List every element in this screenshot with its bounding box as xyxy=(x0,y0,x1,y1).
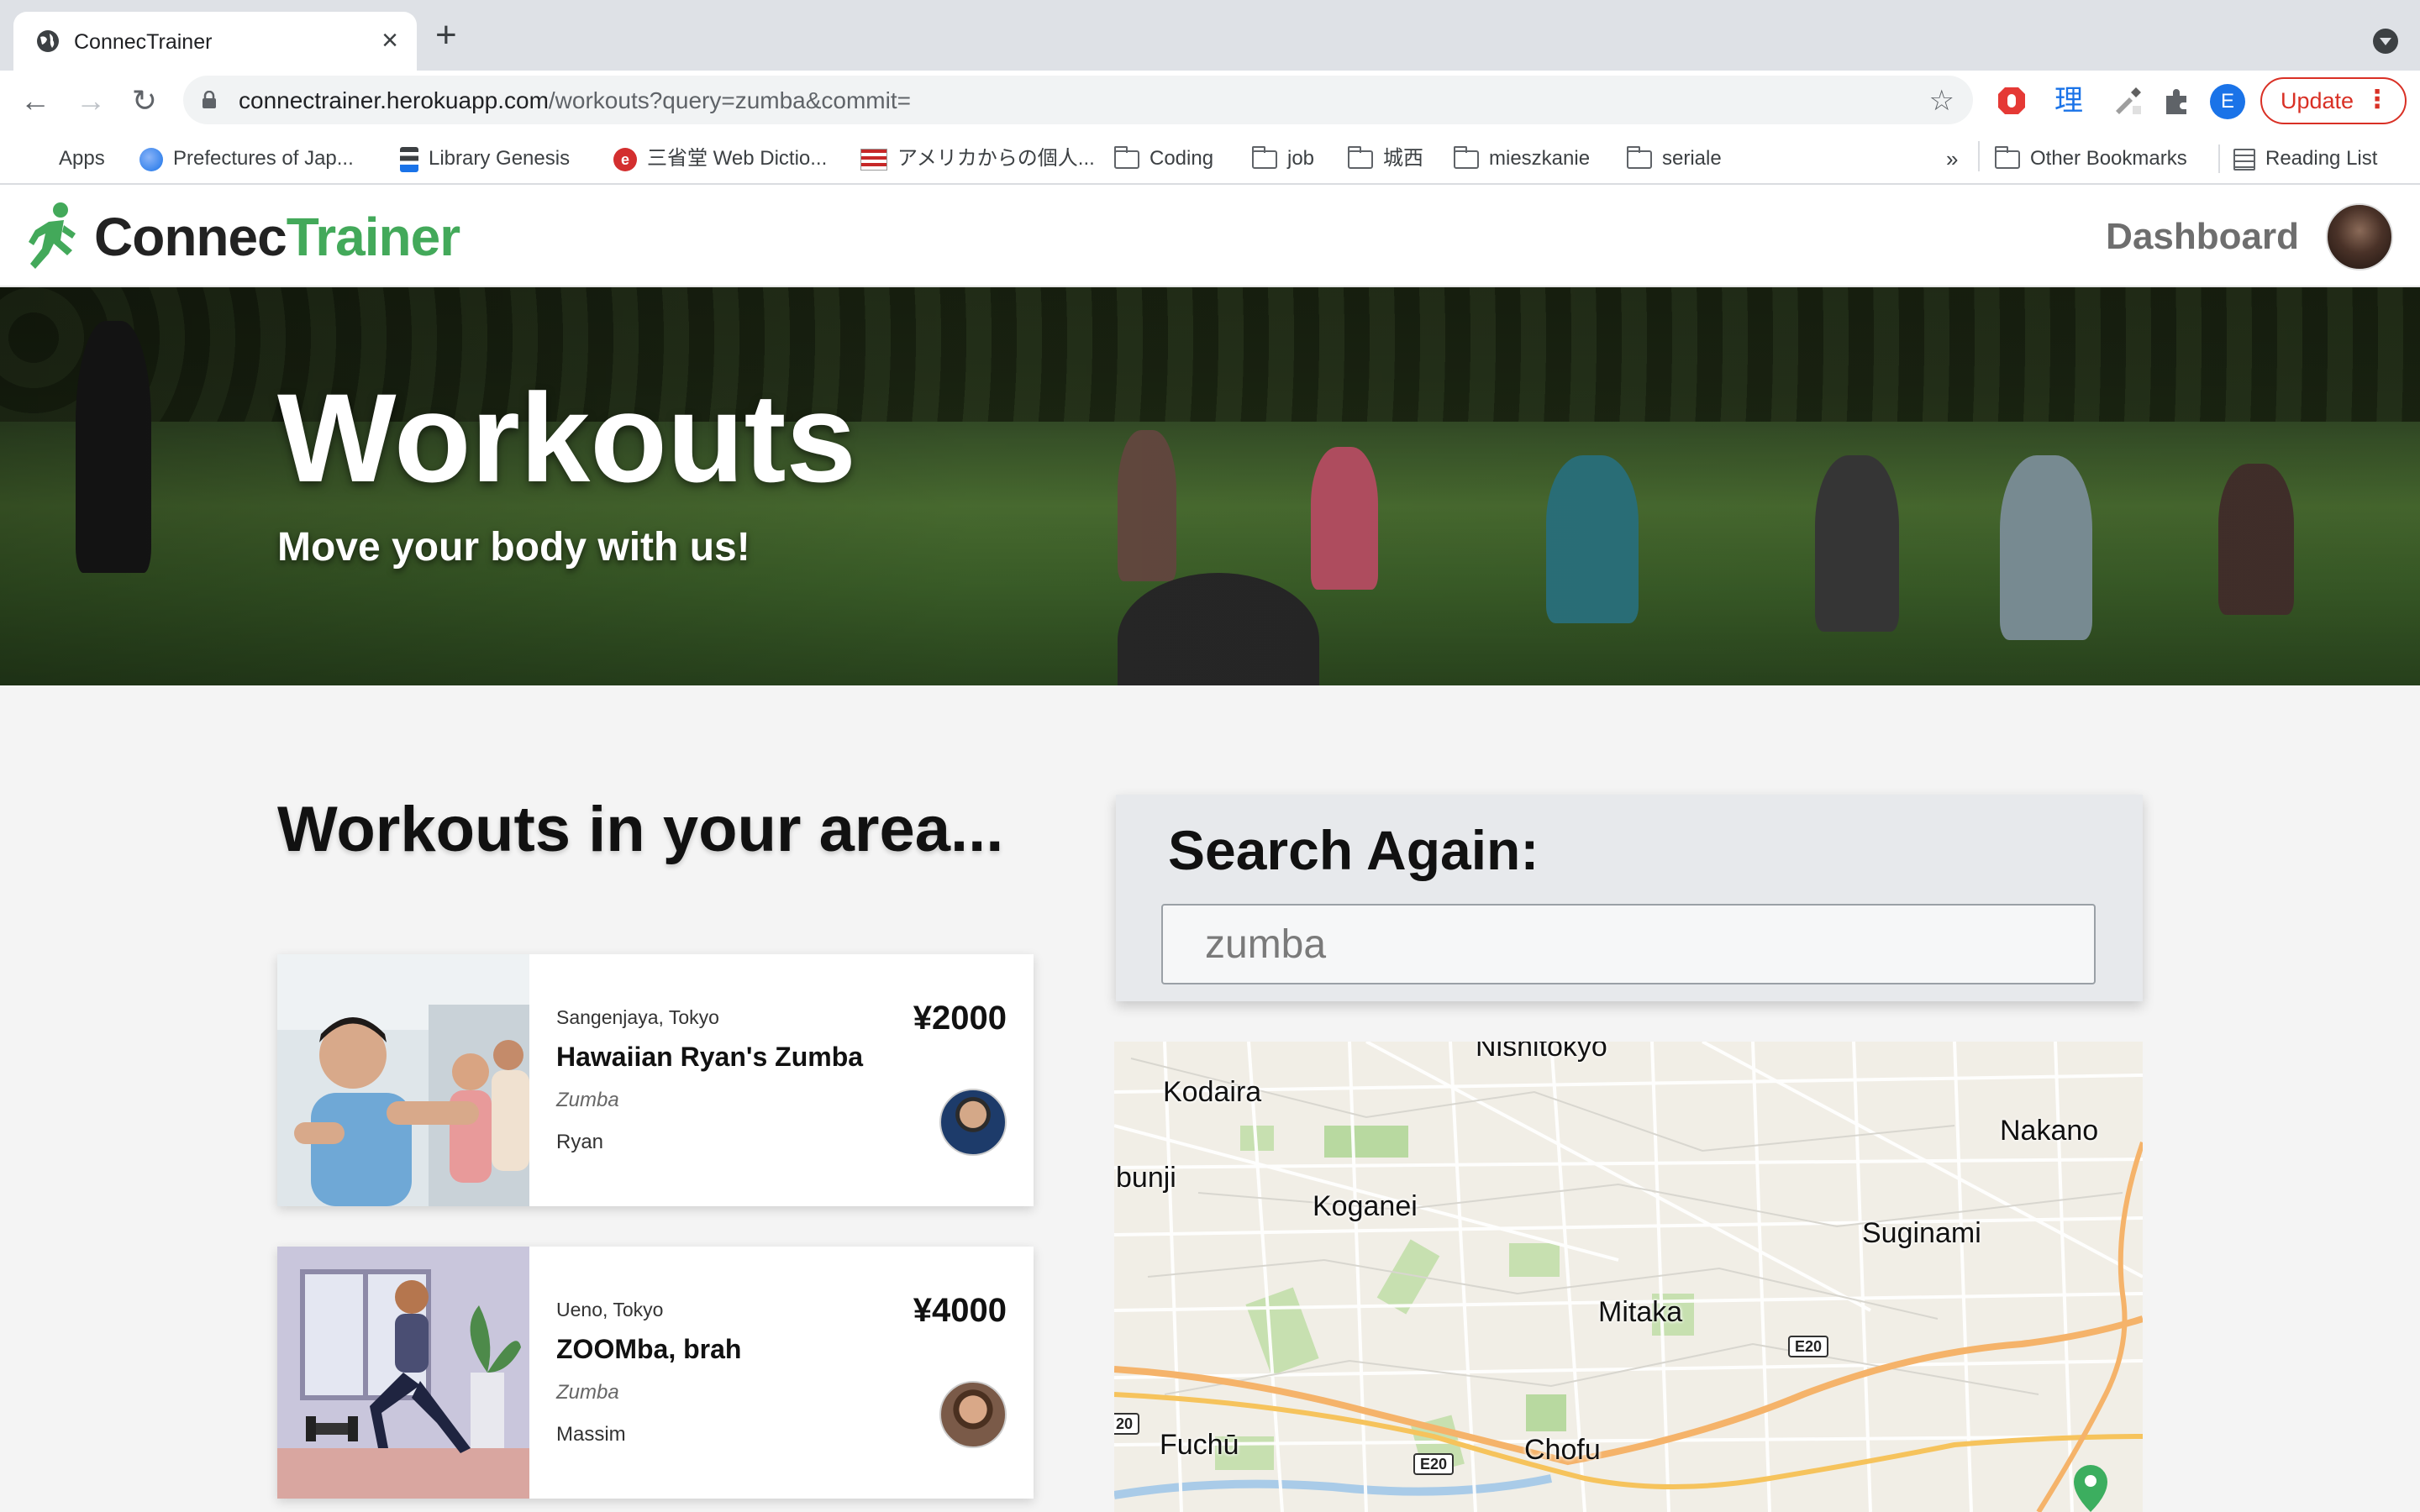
profile-avatar[interactable]: E xyxy=(2210,84,2245,119)
adblock-extension-icon[interactable] xyxy=(1995,84,2028,118)
workout-map[interactable]: Nishitokyo Kodaira Nakano bunji Koganei … xyxy=(1114,1042,2143,1512)
folder-icon xyxy=(1348,145,1373,169)
globe-icon xyxy=(37,30,59,52)
hero-subtitle: Move your body with us! xyxy=(277,525,750,570)
road-shield: E20 xyxy=(1413,1453,1455,1475)
site-navbar: ConnecTrainer Dashboard xyxy=(0,186,2420,287)
apps-grid-icon xyxy=(25,148,49,171)
workout-trainer: Ryan xyxy=(556,1131,604,1153)
site-logo[interactable]: ConnecTrainer xyxy=(94,205,460,269)
bookmark-apps[interactable]: Apps xyxy=(25,144,105,173)
workout-trainer: Massim xyxy=(556,1423,626,1446)
map-label: Suginami xyxy=(1862,1217,1981,1249)
running-person-icon[interactable] xyxy=(24,200,84,272)
trainer-avatar[interactable] xyxy=(939,1381,1007,1448)
map-label: Fuchū xyxy=(1160,1429,1239,1461)
reading-list-icon xyxy=(2233,148,2255,171)
menu-dots-icon[interactable]: ⋮ xyxy=(2365,79,2390,121)
lock-icon xyxy=(203,91,216,108)
map-label: Mitaka xyxy=(1598,1296,1683,1328)
map-label: bunji xyxy=(1116,1162,1176,1194)
address-bar[interactable]: connectrainer.herokuapp.com/workouts?que… xyxy=(183,76,1973,124)
map-tiles xyxy=(1114,1042,2143,1512)
rikaikun-extension-icon[interactable]: 理 xyxy=(2052,84,2086,118)
road-shield: 20 xyxy=(1114,1413,1140,1435)
folder-icon xyxy=(1114,145,1139,169)
folder-icon xyxy=(1454,145,1479,169)
workout-card[interactable]: Sangenjaya, Tokyo Hawaiian Ryan's Zumba … xyxy=(277,954,1034,1206)
bookmark-sanseido[interactable]: e 三省堂 Web Dictio... xyxy=(613,144,827,173)
reload-icon[interactable]: ↻ xyxy=(128,84,161,118)
sanseido-icon: e xyxy=(613,147,637,171)
map-label: Chofu xyxy=(1524,1434,1601,1466)
map-label: Koganei xyxy=(1313,1190,1418,1222)
browser-toolbar: ← → ↻ connectrainer.herokuapp.com/workou… xyxy=(0,71,2420,131)
other-bookmarks[interactable]: Other Bookmarks xyxy=(1995,144,2187,173)
bookmark-folder-job[interactable]: job xyxy=(1252,144,1314,173)
globe-icon xyxy=(139,147,163,171)
workout-title[interactable]: ZOOMba, brah xyxy=(556,1334,741,1365)
workout-thumbnail xyxy=(277,1247,529,1499)
folder-icon xyxy=(1627,145,1652,169)
workout-card[interactable]: Ueno, Tokyo ZOOMba, brah Zumba Massim ¥4… xyxy=(277,1247,1034,1499)
workout-price: ¥4000 xyxy=(913,1292,1007,1329)
url-text: connectrainer.herokuapp.com/workouts?que… xyxy=(239,87,911,113)
browser-chrome: ConnecTrainer × + ← → ↻ connectrainer.he… xyxy=(0,0,2420,186)
bookmark-us-import[interactable]: アメリカからの個人... xyxy=(860,144,1095,173)
map-label: Nishitokyo xyxy=(1476,1042,1607,1063)
workout-category: Zumba xyxy=(556,1381,619,1404)
tab-connectrainer[interactable]: ConnecTrainer × xyxy=(13,12,417,71)
workout-location: Sangenjaya, Tokyo xyxy=(556,1006,719,1028)
forward-icon[interactable]: → xyxy=(74,84,108,118)
update-button[interactable]: Update ⋮ xyxy=(2260,77,2407,124)
back-icon[interactable]: ← xyxy=(18,84,52,118)
bookmark-folder-coding[interactable]: Coding xyxy=(1114,144,1213,173)
folder-icon xyxy=(1995,145,2020,169)
workout-title[interactable]: Hawaiian Ryan's Zumba xyxy=(556,1042,863,1073)
workout-category: Zumba xyxy=(556,1089,619,1111)
bookmarks-overflow-chevron[interactable]: » xyxy=(1946,144,1958,173)
bookmark-folder-seriale[interactable]: seriale xyxy=(1627,144,1722,173)
bookmark-prefectures[interactable]: Prefectures of Jap... xyxy=(139,144,354,173)
bookmark-folder-mieszkanie[interactable]: mieszkanie xyxy=(1454,144,1590,173)
tab-strip: ConnecTrainer × + xyxy=(0,0,2420,71)
search-again-panel: Search Again: xyxy=(1116,795,2143,1001)
map-label: Kodaira xyxy=(1163,1076,1262,1108)
tab-search-icon[interactable] xyxy=(2373,29,2398,54)
libgen-icon xyxy=(400,146,418,172)
close-tab-icon[interactable]: × xyxy=(381,24,398,57)
workout-location: Ueno, Tokyo xyxy=(556,1299,664,1320)
trainer-avatar[interactable] xyxy=(939,1089,1007,1156)
tab-title: ConnecTrainer xyxy=(74,30,213,54)
eyedropper-extension-icon[interactable] xyxy=(2109,84,2143,118)
new-tab-icon[interactable]: + xyxy=(435,17,457,54)
road-shield: E20 xyxy=(1788,1336,1829,1357)
exercise-illustration xyxy=(277,1247,529,1499)
us-flag-icon xyxy=(860,148,887,171)
user-avatar[interactable] xyxy=(2326,203,2393,270)
map-label: Nakano xyxy=(2000,1115,2099,1147)
bookmarks-divider xyxy=(1978,141,1980,171)
bookmark-star-icon[interactable]: ☆ xyxy=(1929,84,1954,118)
search-input[interactable] xyxy=(1161,904,2096,984)
hero-title: Workouts xyxy=(277,367,856,508)
reading-list[interactable]: Reading List xyxy=(2218,144,2377,173)
zumba-class-photo xyxy=(277,954,529,1206)
dashboard-link[interactable]: Dashboard xyxy=(2106,213,2299,260)
workout-thumbnail xyxy=(277,954,529,1206)
hero-banner: Workouts Move your body with us! xyxy=(0,287,2420,685)
section-title: Workouts in your area... xyxy=(277,794,1004,865)
bookmark-folder-josai[interactable]: 城西 xyxy=(1348,144,1423,173)
extensions-puzzle-icon[interactable] xyxy=(2160,84,2193,118)
folder-icon xyxy=(1252,145,1277,169)
workout-price: ¥2000 xyxy=(913,1000,1007,1037)
search-again-title: Search Again: xyxy=(1168,819,1539,881)
bookmarks-bar: Apps Prefectures of Jap... Library Genes… xyxy=(0,131,2420,185)
bookmark-library-genesis[interactable]: Library Genesis xyxy=(400,144,570,173)
